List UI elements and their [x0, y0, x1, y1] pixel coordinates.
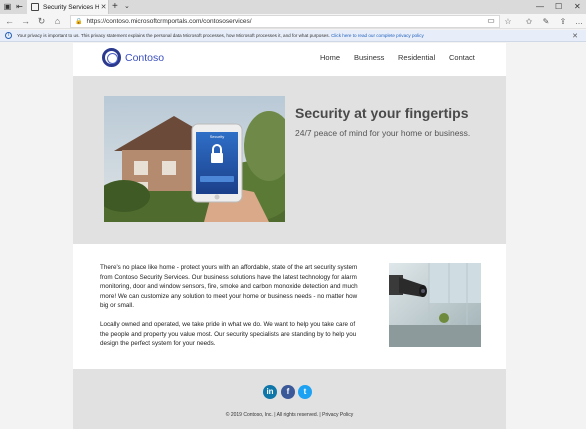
- browser-tab[interactable]: Security Services Home ✕: [27, 0, 109, 14]
- linkedin-icon[interactable]: in: [263, 385, 277, 399]
- intro-paragraph: There's no place like home - protect you…: [100, 264, 358, 310]
- facebook-icon[interactable]: f: [281, 385, 295, 399]
- privacy-infobar: i Your privacy is important to us. This …: [0, 30, 586, 42]
- browser-tab-bar: ▣ ⇤ Security Services Home ✕ + ⌄ — ☐ ✕: [0, 0, 586, 14]
- browser-toolbar: ← → ↻ ⌂ 🔒 https://contoso.microsoftcrmpo…: [0, 14, 586, 29]
- nav-home[interactable]: Home: [320, 53, 340, 62]
- privacy-policy-link[interactable]: Click here to read our complete privacy …: [331, 33, 424, 38]
- logo-text: Contoso: [125, 51, 165, 64]
- set-aside-tabs-icon[interactable]: ⇤: [15, 2, 24, 11]
- web-page: Contoso Home Business Residential Contac…: [73, 43, 506, 429]
- logo-ring-icon: [102, 48, 121, 67]
- content-section: There's no place like home - protect you…: [73, 244, 506, 369]
- hero-section: Security Security at your fingertips 24/…: [73, 76, 506, 244]
- phone-screen-label: Security: [210, 134, 224, 139]
- footer-copyright: © 2019 Contoso, Inc. | All rights reserv…: [73, 412, 506, 418]
- contoso-logo[interactable]: Contoso: [102, 48, 164, 67]
- address-url: https://contoso.microsoftcrmportals.com/…: [86, 18, 252, 25]
- refresh-icon[interactable]: ↻: [36, 16, 47, 27]
- info-icon: i: [5, 32, 12, 39]
- tab-close-icon[interactable]: ✕: [99, 3, 108, 11]
- hero-title: Security at your fingertips: [295, 105, 469, 121]
- about-paragraph: Locally owned and operated, we take prid…: [100, 321, 357, 348]
- tab-title: Security Services Home: [43, 3, 99, 11]
- home-icon[interactable]: ⌂: [52, 16, 63, 27]
- security-camera-image: [389, 263, 481, 347]
- hero-phone-image: Security: [104, 96, 285, 222]
- lock-icon: 🔒: [75, 19, 83, 25]
- copyright-text: © 2019 Contoso, Inc. | All rights reserv…: [225, 412, 321, 418]
- infobar-text: Your privacy is important to us. This pr…: [17, 33, 330, 38]
- nav-contact[interactable]: Contact: [449, 53, 475, 62]
- nav-residential[interactable]: Residential: [398, 53, 435, 62]
- page-icon: [31, 3, 39, 11]
- back-icon[interactable]: ←: [4, 16, 15, 27]
- forward-icon[interactable]: →: [20, 16, 31, 27]
- favorite-star-icon[interactable]: ☆: [503, 16, 513, 27]
- infobar-close-icon[interactable]: ✕: [572, 32, 578, 40]
- maximize-icon[interactable]: ☐: [555, 1, 562, 13]
- reading-view-icon[interactable]: ▭: [486, 15, 496, 26]
- notes-icon[interactable]: ✎: [541, 16, 551, 27]
- window-close-icon[interactable]: ✕: [574, 1, 581, 13]
- minimize-icon[interactable]: —: [536, 1, 544, 13]
- twitter-icon[interactable]: t: [298, 385, 312, 399]
- new-tab-button[interactable]: +: [112, 1, 118, 13]
- infobar-message: Your privacy is important to us. This pr…: [17, 33, 424, 38]
- address-bar[interactable]: 🔒 https://contoso.microsoftcrmportals.co…: [70, 15, 500, 28]
- footer-privacy-link[interactable]: Privacy Policy: [322, 412, 353, 418]
- more-icon[interactable]: …: [574, 16, 584, 27]
- hero-subtitle: 24/7 peace of mind for your home or busi…: [295, 128, 471, 138]
- share-icon[interactable]: ⇪: [558, 16, 568, 27]
- tab-list-icon[interactable]: ▣: [3, 2, 12, 11]
- site-footer: in f t © 2019 Contoso, Inc. | All rights…: [73, 369, 506, 429]
- tab-dropdown-icon[interactable]: ⌄: [124, 2, 130, 10]
- nav-business[interactable]: Business: [354, 53, 384, 62]
- site-header: Contoso Home Business Residential Contac…: [73, 43, 506, 75]
- favorites-icon[interactable]: ✩: [524, 16, 534, 27]
